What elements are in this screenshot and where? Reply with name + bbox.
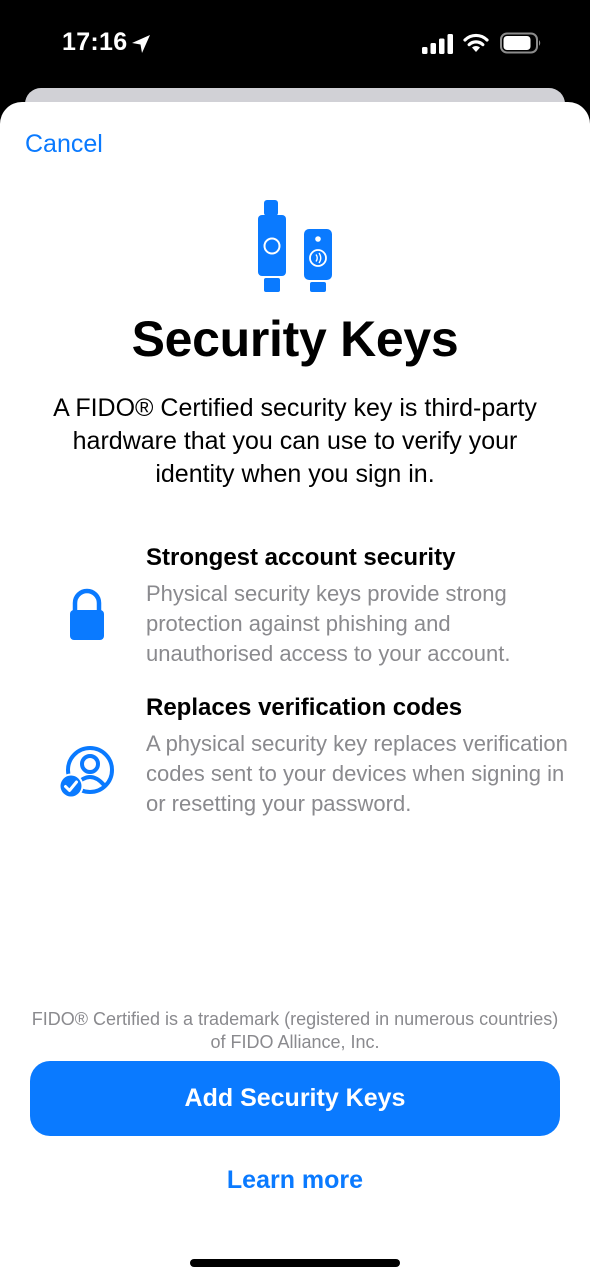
intro-text: A FIDO® Certified security key is third-… bbox=[53, 394, 537, 488]
wifi-icon bbox=[463, 33, 489, 52]
location-arrow-icon bbox=[132, 35, 150, 53]
security-keys-sheet: Cancel Security Keys A FIDO® Certified s… bbox=[0, 102, 590, 1278]
cancel-button[interactable]: Cancel bbox=[25, 130, 103, 159]
lock-icon bbox=[70, 588, 104, 640]
home-indicator bbox=[190, 1259, 400, 1267]
status-time: 17:16 bbox=[62, 28, 128, 56]
feature-description: Physical security keys provide strong pr… bbox=[146, 581, 511, 666]
cellular-signal-icon bbox=[422, 34, 453, 54]
person-checkmark-icon bbox=[58, 746, 114, 799]
add-security-keys-button[interactable]: Add Security Keys bbox=[30, 1061, 560, 1136]
learn-more-link[interactable]: Learn more bbox=[0, 1166, 590, 1195]
feature-description: A physical security key replaces verific… bbox=[146, 731, 568, 816]
security-keys-icon bbox=[258, 200, 332, 292]
feature-title: Strongest account security bbox=[146, 544, 456, 571]
feature-title: Replaces verification codes bbox=[146, 694, 463, 721]
page-title: Security Keys bbox=[131, 311, 459, 367]
battery-icon bbox=[500, 32, 541, 54]
status-bar: 17:16 bbox=[0, 0, 590, 90]
trademark-note: FIDO® Certified is a trademark (register… bbox=[31, 1009, 559, 1052]
